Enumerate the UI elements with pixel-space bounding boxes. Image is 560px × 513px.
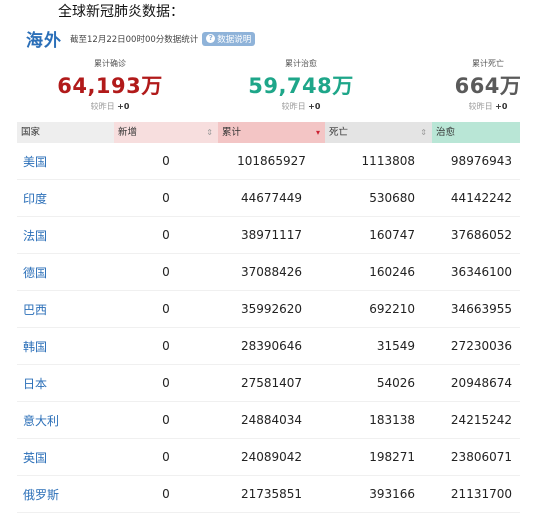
table-row: 英国 0 24089042 198271 23806071 bbox=[17, 439, 520, 476]
cell-total: 28390646 bbox=[240, 339, 303, 353]
stat-cured: 累计治愈 59,748万 较昨日 +0 bbox=[246, 58, 356, 112]
cell-new: 0 bbox=[162, 339, 170, 353]
table-row: 俄罗斯 0 21735851 393166 21131700 bbox=[17, 476, 520, 513]
stat-delta: 较昨日 +0 bbox=[468, 102, 508, 111]
cell-dead: 530680 bbox=[369, 191, 415, 205]
stat-label: 累计确诊 bbox=[94, 59, 126, 68]
table-row: 美国 0 101865927 1113808 98976943 bbox=[17, 143, 520, 180]
table-body: 美国 0 101865927 1113808 98976943 印度 0 44677449 53… bbox=[17, 143, 520, 513]
cell-cured: 36346100 bbox=[450, 265, 512, 279]
cell-cured: 98976943 bbox=[450, 154, 512, 168]
cell-new: 0 bbox=[162, 376, 170, 390]
cell-cured: 27230036 bbox=[450, 339, 512, 353]
country-link[interactable]: 韩国 bbox=[17, 338, 114, 355]
stat-value: 64,193万 bbox=[57, 74, 163, 98]
cell-total: 24089042 bbox=[240, 450, 303, 464]
cell-cured: 24215242 bbox=[450, 413, 512, 427]
country-link[interactable]: 印度 bbox=[17, 190, 114, 207]
cell-dead: 183138 bbox=[369, 413, 415, 427]
data-explain-button[interactable]: ? 数据说明 bbox=[202, 31, 256, 46]
cell-total: 35992620 bbox=[240, 302, 303, 316]
stat-label: 累计死亡 bbox=[472, 59, 504, 68]
stat-delta: 较昨日 +0 bbox=[90, 102, 130, 111]
sort-icon[interactable]: ⇕ bbox=[206, 122, 213, 143]
cell-new: 0 bbox=[162, 154, 170, 168]
cell-new: 0 bbox=[162, 413, 170, 427]
country-link[interactable]: 巴西 bbox=[17, 301, 114, 318]
country-link[interactable]: 英国 bbox=[17, 449, 114, 466]
cell-total: 101865927 bbox=[237, 154, 306, 168]
cell-cured: 34663955 bbox=[450, 302, 512, 316]
cell-dead: 198271 bbox=[369, 450, 415, 464]
cell-cured: 20948674 bbox=[450, 376, 512, 390]
update-time-note: 截至12月22日00时00分数据统计 bbox=[70, 34, 199, 45]
stat-delta: 较昨日 +0 bbox=[281, 102, 321, 111]
section-header: 海外 截至12月22日00时00分数据统计 ? 数据说明 bbox=[26, 26, 256, 51]
cell-total: 21735851 bbox=[240, 487, 303, 501]
stat-label: 累计治愈 bbox=[285, 59, 317, 68]
cell-dead: 54026 bbox=[376, 376, 415, 390]
question-icon: ? bbox=[206, 34, 216, 43]
country-link[interactable]: 法国 bbox=[17, 227, 114, 244]
table-row: 韩国 0 28390646 31549 27230036 bbox=[17, 328, 520, 365]
table-row: 印度 0 44677449 530680 44142242 bbox=[17, 180, 520, 217]
cell-new: 0 bbox=[162, 302, 170, 316]
header-total[interactable]: 累计 ▾ bbox=[218, 122, 325, 143]
sort-icon[interactable]: ⇕ bbox=[420, 122, 427, 143]
stat-value: 664万 bbox=[454, 74, 522, 98]
data-explain-label: 数据说明 bbox=[217, 34, 252, 45]
cell-total: 38971117 bbox=[240, 228, 303, 242]
cell-dead: 31549 bbox=[376, 339, 415, 353]
stat-value: 59,748万 bbox=[248, 74, 354, 98]
header-country: 国家 bbox=[17, 122, 114, 143]
stat-confirmed: 累计确诊 64,193万 较昨日 +0 bbox=[55, 58, 165, 112]
table-row: 意大利 0 24884034 183138 24215242 bbox=[17, 402, 520, 439]
section-title: 海外 bbox=[26, 31, 62, 51]
cell-new: 0 bbox=[162, 228, 170, 242]
sort-icon[interactable]: ▾ bbox=[316, 122, 320, 143]
table-row: 法国 0 38971117 160747 37686052 bbox=[17, 217, 520, 254]
cell-new: 0 bbox=[162, 265, 170, 279]
cell-total: 27581407 bbox=[240, 376, 303, 390]
table-row: 德国 0 37088426 160246 36346100 bbox=[17, 254, 520, 291]
cell-dead: 393166 bbox=[369, 487, 415, 501]
cell-total: 24884034 bbox=[240, 413, 303, 427]
cell-dead: 160246 bbox=[369, 265, 415, 279]
cell-dead: 692210 bbox=[369, 302, 415, 316]
cell-new: 0 bbox=[162, 191, 170, 205]
page-heading: 全球新冠肺炎数据： bbox=[58, 4, 184, 20]
cell-cured: 23806071 bbox=[450, 450, 512, 464]
cell-total: 37088426 bbox=[240, 265, 303, 279]
table-row: 日本 0 27581407 54026 20948674 bbox=[17, 365, 520, 402]
table-header: 国家 新增 ⇕ 累计 ▾ 死亡 ⇕ 治愈 bbox=[17, 122, 520, 143]
header-new[interactable]: 新增 ⇕ bbox=[114, 122, 218, 143]
country-link[interactable]: 日本 bbox=[17, 375, 114, 392]
stat-dead: 累计死亡 664万 较昨日 +0 bbox=[433, 58, 543, 112]
cell-cured: 37686052 bbox=[450, 228, 512, 242]
country-link[interactable]: 意大利 bbox=[17, 412, 114, 429]
header-dead[interactable]: 死亡 ⇕ bbox=[325, 122, 432, 143]
table-row: 巴西 0 35992620 692210 34663955 bbox=[17, 291, 520, 328]
country-link[interactable]: 美国 bbox=[17, 153, 114, 170]
cell-new: 0 bbox=[162, 487, 170, 501]
cell-dead: 1113808 bbox=[361, 154, 415, 168]
header-cured[interactable]: 治愈 bbox=[432, 122, 520, 143]
country-link[interactable]: 俄罗斯 bbox=[17, 486, 114, 503]
cell-dead: 160747 bbox=[369, 228, 415, 242]
country-link[interactable]: 德国 bbox=[17, 264, 114, 281]
cell-new: 0 bbox=[162, 450, 170, 464]
cell-total: 44677449 bbox=[240, 191, 303, 205]
cell-cured: 21131700 bbox=[450, 487, 512, 501]
cell-cured: 44142242 bbox=[450, 191, 512, 205]
